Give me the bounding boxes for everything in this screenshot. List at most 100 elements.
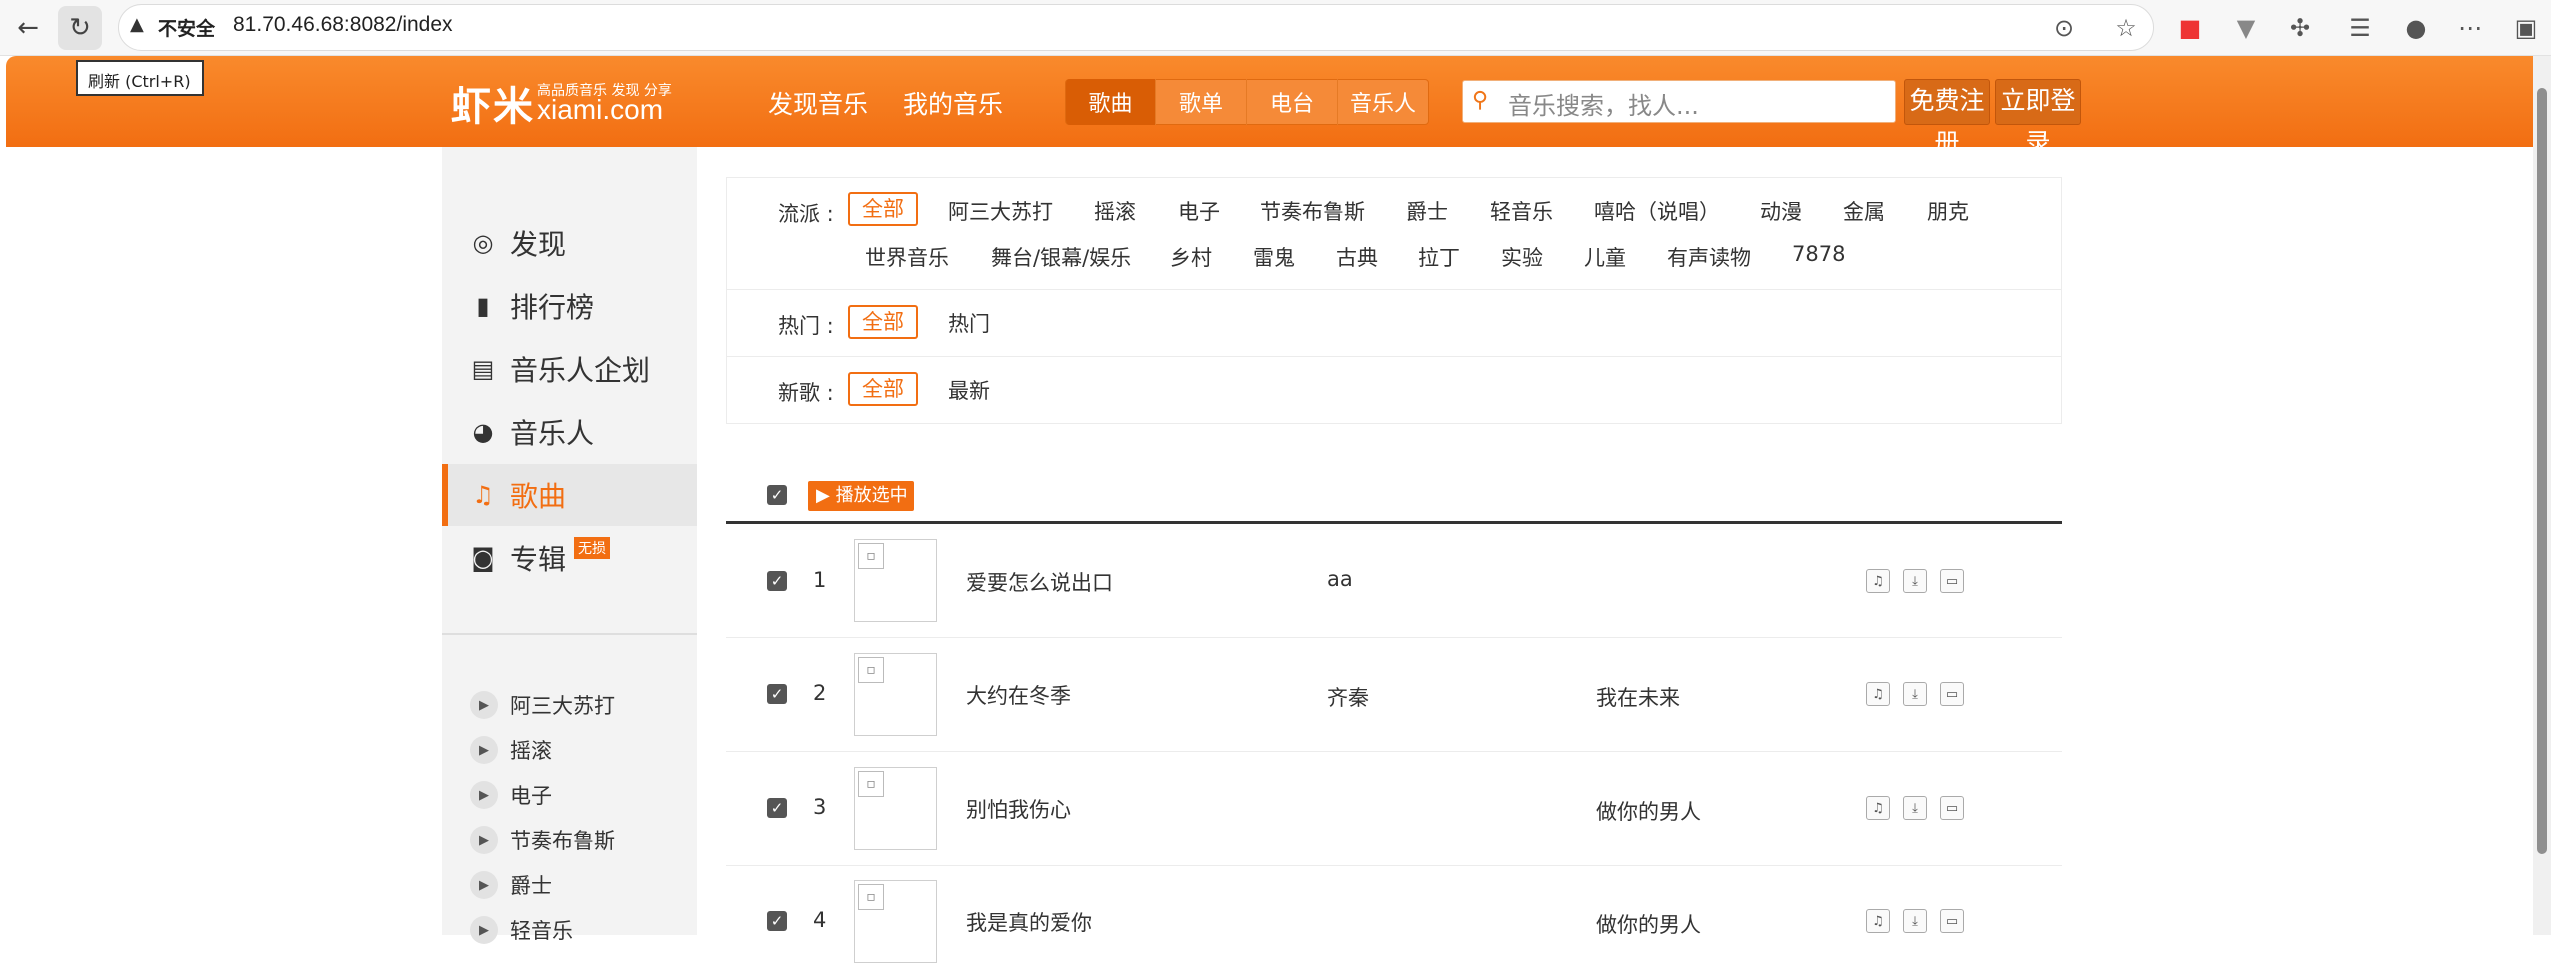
download-icon[interactable]: ⤓ <box>1903 796 1927 820</box>
profile-avatar-icon[interactable]: ● <box>2398 10 2434 46</box>
lossless-badge: 无损 <box>574 537 611 559</box>
song-cover-image[interactable]: ▫ <box>854 880 937 963</box>
genre-tag[interactable]: 爵士 <box>1406 196 1448 226</box>
add-to-list-icon[interactable]: ▭ <box>1940 569 1964 593</box>
listen-icon[interactable]: ♫ <box>1866 909 1890 933</box>
play-icon: ▶ <box>470 826 498 854</box>
add-to-list-icon[interactable]: ▭ <box>1940 682 1964 706</box>
song-checkbox[interactable]: ✓ <box>767 571 787 591</box>
genre-tag[interactable]: 雷鬼 <box>1253 242 1295 272</box>
song-title[interactable]: 爱要怎么说出口 <box>966 567 1113 597</box>
song-artist[interactable]: 齐秦 <box>1327 682 1369 712</box>
genre-tag[interactable]: 金属 <box>1843 196 1885 226</box>
genre-tag[interactable]: 嘻哈（说唱） <box>1594 196 1720 226</box>
genre-tag[interactable]: 朋克 <box>1927 196 1969 226</box>
sidebar-genre-item[interactable]: ▶ 摇滚 <box>470 735 552 765</box>
download-icon[interactable]: ⤓ <box>1903 682 1927 706</box>
sidebar-item-albums[interactable]: ◙ 专辑 无损 <box>442 527 697 589</box>
play-icon: ▶ <box>470 736 498 764</box>
song-checkbox[interactable]: ✓ <box>767 911 787 931</box>
song-title[interactable]: 大约在冬季 <box>966 680 1071 710</box>
genre-tag[interactable]: 乡村 <box>1170 242 1212 272</box>
url-text[interactable]: 81.70.46.68:8082/index <box>233 13 453 37</box>
back-arrow-icon[interactable]: ← <box>6 6 50 50</box>
play-selected-button[interactable]: ▶ 播放选中 <box>808 481 914 511</box>
extension-v-icon[interactable]: ▼ <box>2228 10 2264 46</box>
song-title[interactable]: 别怕我伤心 <box>966 794 1071 824</box>
extension-red-icon[interactable]: ■ <box>2172 10 2208 46</box>
sidebar-genre-item[interactable]: ▶ 节奏布鲁斯 <box>470 825 615 855</box>
download-icon[interactable]: ⤓ <box>1903 569 1927 593</box>
select-all-checkbox[interactable]: ✓ <box>767 485 787 505</box>
song-cover-image[interactable]: ▫ <box>854 767 937 850</box>
new-filter-option[interactable]: 最新 <box>948 375 990 405</box>
sidebar-item-musician-plan[interactable]: ▤ 音乐人企划 <box>442 338 697 400</box>
register-button[interactable]: 免费注册 <box>1904 79 1990 157</box>
nav-discover-music[interactable]: 发现音乐 <box>768 85 868 121</box>
scrollbar-thumb[interactable] <box>2537 88 2547 854</box>
genre-tag[interactable]: 摇滚 <box>1094 196 1136 226</box>
sidebar-genre-item[interactable]: ▶ 轻音乐 <box>470 915 573 945</box>
song-album[interactable]: 做你的男人 <box>1596 796 1701 826</box>
new-filter-all[interactable]: 全部 <box>848 372 918 406</box>
login-button[interactable]: 立即登录 <box>1995 79 2081 157</box>
logo-text-en[interactable]: xiami.com <box>537 94 663 126</box>
genre-filter-all[interactable]: 全部 <box>848 192 918 226</box>
warning-icon[interactable]: ▲ <box>130 14 152 35</box>
download-icon[interactable]: ⤓ <box>1903 909 1927 933</box>
genre-tag[interactable]: 节奏布鲁斯 <box>1260 196 1365 226</box>
genre-tag[interactable]: 阿三大苏打 <box>948 196 1053 226</box>
tab-musicians[interactable]: 音乐人 <box>1338 79 1428 125</box>
sidebar-item-discover[interactable]: ◎ 发现 <box>442 212 697 274</box>
sidebar-toggle-icon[interactable]: ▣ <box>2508 10 2544 46</box>
genre-tag[interactable]: 轻音乐 <box>1490 196 1553 226</box>
sidebar-item-label: 歌曲 <box>510 480 567 513</box>
add-to-list-icon[interactable]: ▭ <box>1940 796 1964 820</box>
genre-tag[interactable]: 实验 <box>1501 242 1543 272</box>
sidebar-genre-item[interactable]: ▶ 爵士 <box>470 870 552 900</box>
row-divider <box>726 637 2062 638</box>
more-menu-icon[interactable]: ⋯ <box>2452 10 2488 46</box>
song-album[interactable]: 我在未来 <box>1596 682 1680 712</box>
song-checkbox[interactable]: ✓ <box>767 798 787 818</box>
song-checkbox[interactable]: ✓ <box>767 684 787 704</box>
sidebar-genre-item[interactable]: ▶ 电子 <box>470 780 552 810</box>
genre-tag[interactable]: 儿童 <box>1584 242 1626 272</box>
song-cover-image[interactable]: ▫ <box>854 653 937 736</box>
security-label[interactable]: 不安全 <box>158 14 215 41</box>
song-title[interactable]: 我是真的爱你 <box>966 907 1092 937</box>
filter-divider <box>727 289 2061 290</box>
reading-mode-icon[interactable]: ⊙ <box>2046 10 2082 46</box>
genre-tag[interactable]: 拉丁 <box>1418 242 1460 272</box>
broken-image-icon: ▫ <box>858 884 884 910</box>
listen-icon[interactable]: ♫ <box>1866 796 1890 820</box>
genre-tag[interactable]: 动漫 <box>1760 196 1802 226</box>
genre-tag[interactable]: 有声读物 <box>1667 242 1751 272</box>
tab-songs[interactable]: 歌曲 <box>1066 79 1156 125</box>
listen-icon[interactable]: ♫ <box>1866 569 1890 593</box>
favorite-star-icon[interactable]: ☆ <box>2108 10 2144 46</box>
add-to-list-icon[interactable]: ▭ <box>1940 909 1964 933</box>
song-cover-image[interactable]: ▫ <box>854 539 937 622</box>
broken-image-icon: ▫ <box>858 771 884 797</box>
genre-tag[interactable]: 7878 <box>1792 242 1845 266</box>
reload-icon[interactable]: ↻ <box>58 6 102 50</box>
extensions-puzzle-icon[interactable]: ✣ <box>2282 10 2318 46</box>
tab-playlists[interactable]: 歌单 <box>1156 79 1247 125</box>
genre-tag[interactable]: 电子 <box>1178 196 1220 226</box>
hot-filter-all[interactable]: 全部 <box>848 305 918 339</box>
sidebar-item-charts[interactable]: ▮ 排行榜 <box>442 275 697 337</box>
listen-icon[interactable]: ♫ <box>1866 682 1890 706</box>
genre-tag[interactable]: 世界音乐 <box>865 242 949 272</box>
genre-tag[interactable]: 古典 <box>1336 242 1378 272</box>
tab-radio[interactable]: 电台 <box>1247 79 1338 125</box>
sidebar-genre-item[interactable]: ▶ 阿三大苏打 <box>470 690 615 720</box>
song-artist[interactable]: aa <box>1327 567 1353 591</box>
genre-tag[interactable]: 舞台/银幕/娱乐 <box>991 242 1131 272</box>
sidebar-item-musicians[interactable]: ◕ 音乐人 <box>442 401 697 463</box>
logo-text-cn[interactable]: 虾米 <box>451 74 535 132</box>
sidebar-item-songs[interactable]: ♫ 歌曲 <box>442 464 697 526</box>
hot-filter-option[interactable]: 热门 <box>948 308 990 338</box>
nav-my-music[interactable]: 我的音乐 <box>903 85 1003 121</box>
favorites-list-icon[interactable]: ☰ <box>2342 10 2378 46</box>
